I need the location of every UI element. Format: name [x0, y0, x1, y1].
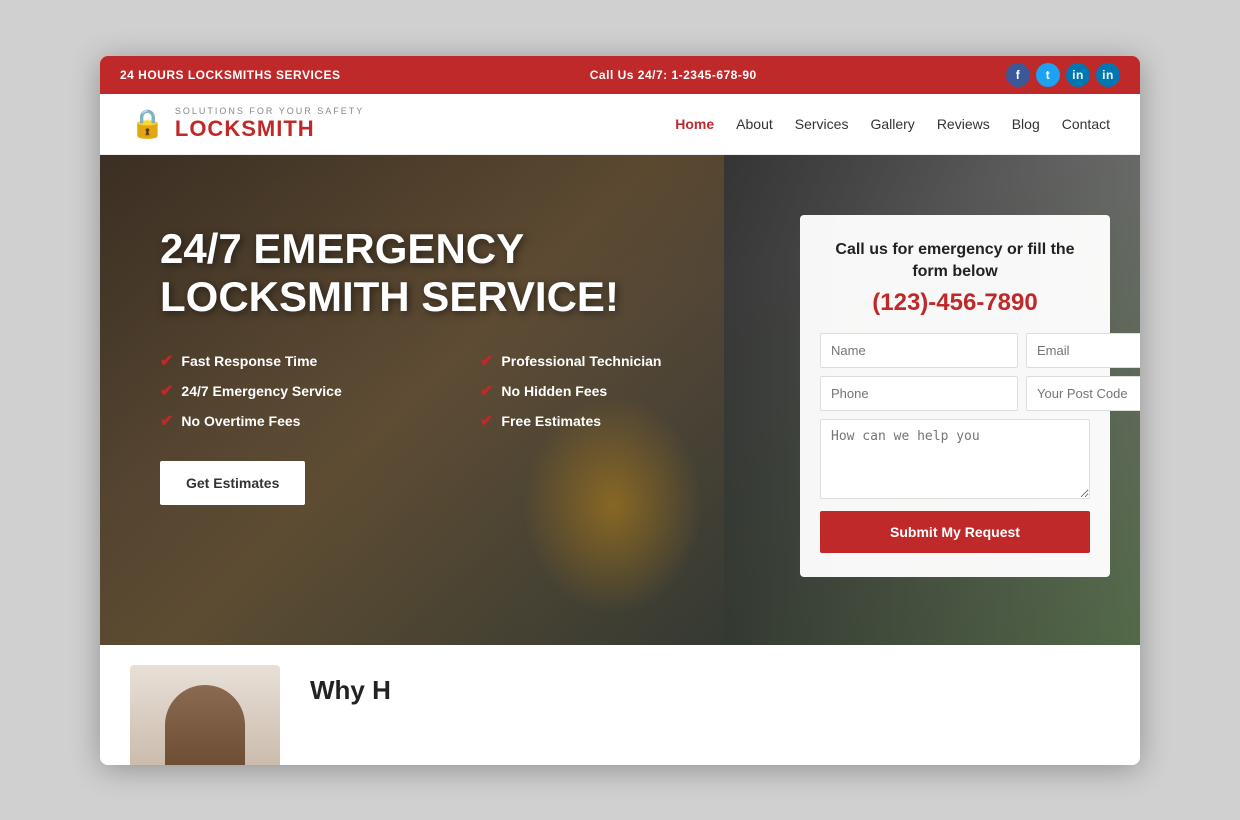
submit-button[interactable]: Submit My Request: [820, 511, 1090, 553]
nav-contact[interactable]: Contact: [1062, 116, 1110, 132]
feature-free-estimates: ✔ Free Estimates: [480, 411, 780, 431]
feature-professional: ✔ Professional Technician: [480, 351, 780, 371]
logo-name: LOCKSMITH: [175, 116, 364, 142]
browser-window: 24 HOURS LOCKSMITHS SERVICES Call Us 24/…: [100, 56, 1140, 765]
nav-services[interactable]: Services: [795, 116, 849, 132]
feature-label: No Hidden Fees: [501, 383, 607, 399]
checkmark-icon: ✔: [160, 381, 173, 401]
form-title: Call us for emergency or fill the form b…: [820, 239, 1090, 284]
feature-no-overtime: ✔ No Overtime Fees: [160, 411, 460, 431]
logo-text: SOLUTIONS FOR YOUR SAFETY LOCKSMITH: [175, 106, 364, 142]
lock-icon: 🔒: [130, 110, 165, 138]
message-textarea[interactable]: [820, 419, 1090, 499]
nav-reviews[interactable]: Reviews: [937, 116, 990, 132]
get-estimates-button[interactable]: Get Estimates: [160, 461, 305, 505]
nav-gallery[interactable]: Gallery: [870, 116, 914, 132]
hero-features-grid: ✔ Fast Response Time ✔ Professional Tech…: [160, 351, 780, 431]
facebook-icon[interactable]: f: [1006, 63, 1030, 87]
checkmark-icon: ✔: [480, 351, 493, 371]
email-input[interactable]: [1026, 333, 1140, 368]
hero-section: 24/7 EMERGENCY LOCKSMITH SERVICE! ✔ Fast…: [100, 155, 1140, 645]
postcode-input[interactable]: [1026, 376, 1140, 411]
contact-form-panel: Call us for emergency or fill the form b…: [800, 215, 1110, 578]
below-hero-heading: Why H: [310, 675, 391, 706]
form-row-name-email: [820, 333, 1090, 368]
social-icons-group: f t in in: [1006, 63, 1120, 87]
below-hero-section: Why H: [100, 645, 1140, 765]
person-silhouette: [165, 685, 245, 765]
checkmark-icon: ✔: [480, 381, 493, 401]
feature-label: 24/7 Emergency Service: [181, 383, 341, 399]
form-row-phone-postcode: [820, 376, 1090, 411]
feature-label: Fast Response Time: [181, 353, 317, 369]
checkmark-icon: ✔: [160, 411, 173, 431]
main-nav: Home About Services Gallery Reviews Blog…: [675, 116, 1110, 132]
feature-no-hidden: ✔ No Hidden Fees: [480, 381, 780, 401]
feature-emergency: ✔ 24/7 Emergency Service: [160, 381, 460, 401]
below-hero-text: Why H: [310, 665, 391, 706]
nav-home[interactable]: Home: [675, 116, 714, 132]
feature-fast-response: ✔ Fast Response Time: [160, 351, 460, 371]
logo-tagline: SOLUTIONS FOR YOUR SAFETY: [175, 106, 364, 116]
hero-title: 24/7 EMERGENCY LOCKSMITH SERVICE!: [160, 225, 780, 322]
nav-blog[interactable]: Blog: [1012, 116, 1040, 132]
checkmark-icon: ✔: [160, 351, 173, 371]
feature-label: No Overtime Fees: [181, 413, 300, 429]
linkedin-icon[interactable]: in: [1066, 63, 1090, 87]
top-bar-phone: Call Us 24/7: 1-2345-678-90: [590, 68, 757, 82]
form-phone: (123)-456-7890: [820, 289, 1090, 317]
nav-about[interactable]: About: [736, 116, 773, 132]
header: 🔒 SOLUTIONS FOR YOUR SAFETY LOCKSMITH Ho…: [100, 94, 1140, 155]
checkmark-icon: ✔: [480, 411, 493, 431]
feature-label: Free Estimates: [501, 413, 601, 429]
person-photo: [130, 665, 280, 765]
linkedin2-icon[interactable]: in: [1096, 63, 1120, 87]
phone-input[interactable]: [820, 376, 1018, 411]
logo-area: 🔒 SOLUTIONS FOR YOUR SAFETY LOCKSMITH: [130, 106, 364, 142]
hero-left-panel: 24/7 EMERGENCY LOCKSMITH SERVICE! ✔ Fast…: [160, 205, 780, 506]
top-bar-service-label: 24 HOURS LOCKSMITHS SERVICES: [120, 68, 340, 82]
hero-content: 24/7 EMERGENCY LOCKSMITH SERVICE! ✔ Fast…: [100, 155, 1140, 645]
twitter-icon[interactable]: t: [1036, 63, 1060, 87]
name-input[interactable]: [820, 333, 1018, 368]
top-bar: 24 HOURS LOCKSMITHS SERVICES Call Us 24/…: [100, 56, 1140, 94]
feature-label: Professional Technician: [501, 353, 661, 369]
